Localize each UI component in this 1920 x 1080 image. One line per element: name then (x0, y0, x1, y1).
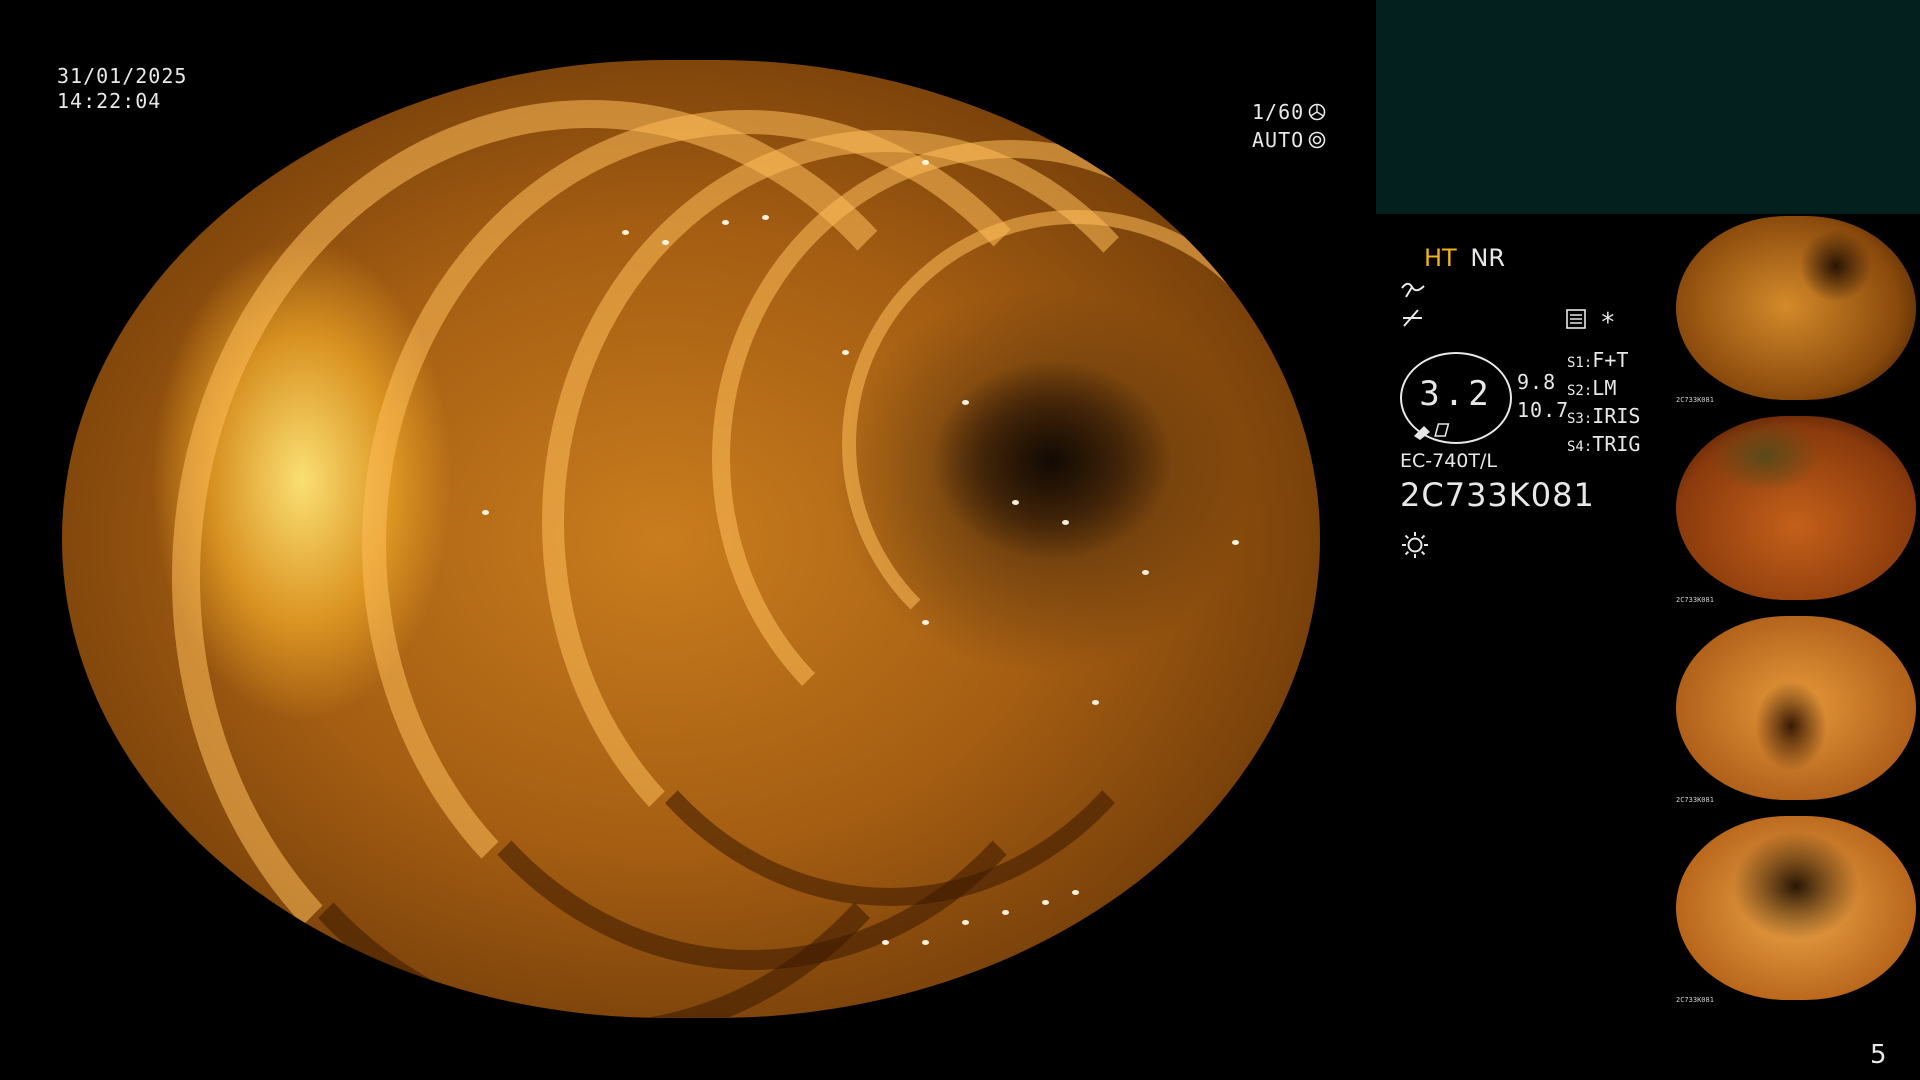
filter-icon (1403, 309, 1422, 327)
light-reflection (482, 510, 489, 515)
ht-label: HT (1424, 244, 1457, 272)
light-reflection (962, 400, 969, 405)
light-reflection (662, 240, 669, 245)
switch-row: S2:LM (1567, 376, 1617, 400)
capture-thumbnail-2[interactable] (1676, 416, 1916, 600)
capture-thumbnail-1[interactable] (1676, 216, 1916, 400)
endoscope-live-view (62, 60, 1320, 1018)
thumbnail-caption: 2C733K081 (1676, 396, 1714, 404)
scope-model: EC-740T/L (1400, 450, 1497, 472)
nr-label: NR (1470, 244, 1505, 272)
light-reflection (842, 350, 849, 355)
switch-row: S3:IRIS (1567, 404, 1641, 428)
light-reflection (1072, 890, 1079, 895)
light-reflection (922, 620, 929, 625)
switch-row: S1:F+T (1567, 348, 1629, 372)
capture-thumbnail-4[interactable] (1676, 816, 1916, 1000)
light-reflection (1042, 900, 1049, 905)
light-reflection (882, 940, 889, 945)
light-reflection (762, 215, 769, 220)
light-reflection (962, 920, 969, 925)
shutter-value: 1/60 (1252, 99, 1305, 124)
brightness-icon (1402, 532, 1428, 558)
light-reflection (1092, 700, 1099, 705)
mode-value: AUTO (1252, 127, 1305, 152)
menu-icon (1566, 309, 1586, 329)
shutter-readout: 1/60 (1252, 99, 1326, 125)
mode-readout: AUTO (1252, 127, 1326, 153)
side-value-1: 9.8 (1517, 370, 1557, 394)
thumbnail-caption: 2C733K081 (1676, 796, 1714, 804)
mucosal-fold (842, 210, 1310, 678)
date-label: 31/01/2025 (57, 64, 188, 88)
enhancement-status: HT NR (1424, 244, 1505, 272)
light-reflection (1232, 540, 1239, 545)
switch-list: S1:F+T S2:LM S3:IRIS S4:TRIG (1567, 348, 1640, 460)
side-value-2: 10.7 (1517, 398, 1570, 422)
time-label: 14:22:04 (57, 89, 162, 113)
asterisk-indicator: * (1600, 308, 1616, 338)
info-panel-header (1376, 0, 1920, 214)
light-reflection (722, 220, 729, 225)
light-reflection (922, 160, 929, 165)
page-number: 5 (1870, 1040, 1887, 1070)
light-reflection (1062, 520, 1069, 525)
switch-row: S4:TRIG (1567, 432, 1641, 456)
light-reflection (1012, 500, 1019, 505)
iris-icon (1308, 131, 1326, 149)
scope-serial: 2C733K081 (1400, 476, 1595, 514)
light-reflection (1142, 570, 1149, 575)
light-reflection (922, 940, 929, 945)
light-reflection (1002, 910, 1009, 915)
scope-tip-icon (1414, 423, 1450, 440)
gauge-value: 3.2 (1419, 374, 1493, 414)
shutter-icon (1308, 103, 1326, 121)
thumbnail-caption: 2C733K081 (1676, 996, 1714, 1004)
light-reflection (622, 230, 629, 235)
capture-thumbnail-3[interactable] (1676, 616, 1916, 800)
thumbnail-caption: 2C733K081 (1676, 596, 1714, 604)
curve-icon (1401, 282, 1425, 298)
